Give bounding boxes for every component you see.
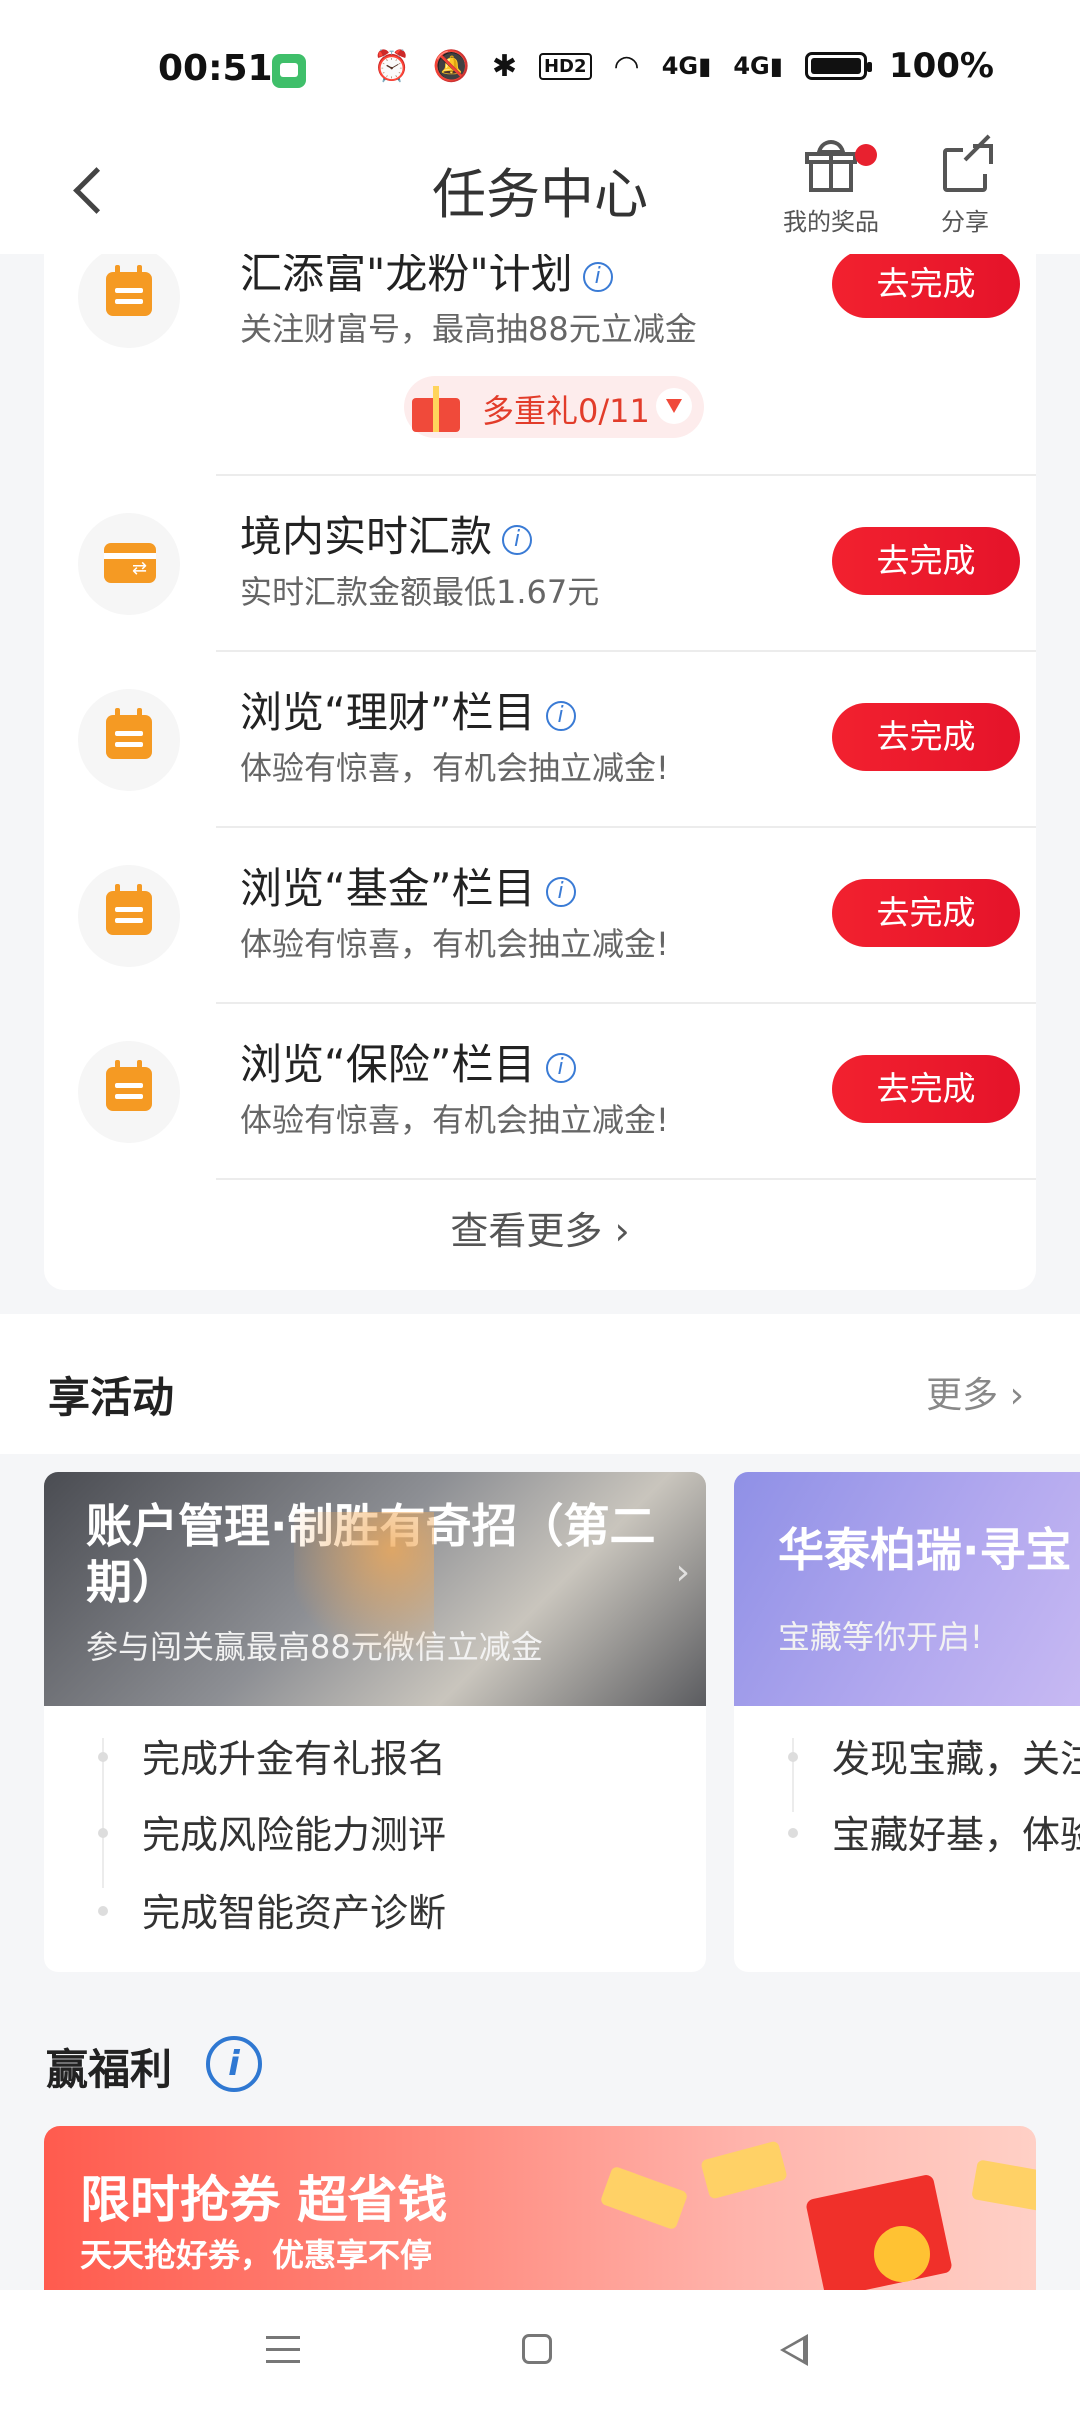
activity-step: 宝藏好基，体验	[832, 1813, 1080, 1857]
info-icon[interactable]: i	[502, 524, 533, 555]
info-icon[interactable]: i	[545, 700, 576, 731]
complete-task-button[interactable]: 去完成	[832, 879, 1020, 947]
activity-title: 华泰柏瑞·寻宝	[778, 1523, 1072, 1577]
complete-task-button[interactable]: 去完成	[832, 527, 1020, 595]
ticket-icon	[971, 2159, 1036, 2213]
calendar-icon	[78, 865, 180, 967]
share-icon	[937, 140, 993, 196]
task-item: 浏览“基金”栏目 i 体验有惊喜，有机会抽立减金! 去完成	[44, 827, 1036, 1002]
step-dot	[98, 1752, 108, 1762]
home-icon[interactable]	[508, 2320, 568, 2380]
battery-percent: 100%	[888, 46, 994, 86]
activity-subtitle: 宝藏等你开启!	[778, 1618, 983, 1656]
back-icon[interactable]	[766, 2320, 826, 2380]
timeline-line	[792, 1738, 794, 1812]
task-item: 汇添富"龙粉"计划 i 关注财富号，最高抽88元立减金 去完成	[44, 254, 1036, 349]
chevron-down-icon	[656, 388, 692, 424]
gift-icon	[803, 140, 877, 196]
status-time: 00:51	[158, 48, 273, 89]
activity-card[interactable]: 华泰柏瑞·寻宝 宝藏等你开启! 发现宝藏，关注 宝藏好基，体验	[734, 1472, 1080, 1972]
ticket-icon	[599, 2165, 689, 2231]
activity-banner: 账户管理·制胜有奇招（第二期） 参与闯关赢最高88元微信立减金 ›	[44, 1472, 706, 1706]
notification-dot	[855, 144, 877, 166]
activity-step: 完成升金有礼报名	[142, 1737, 447, 1781]
activity-subtitle: 参与闯关赢最高88元微信立减金	[86, 1628, 543, 1666]
coupon-banner[interactable]: 限时抢券 超省钱 天天抢好券，优惠享不停	[44, 2126, 1036, 2290]
chevron-right-icon: ›	[602, 1209, 630, 1253]
chevron-right-icon: ›	[675, 1552, 690, 1593]
status-icons: ⏰ 🔕 ✱ HD2 ◠ 4G▮ 4G▮ 100%	[373, 46, 994, 86]
activity-step: 发现宝藏，关注	[832, 1737, 1080, 1781]
task-item: 浏览“保险”栏目 i 体验有惊喜，有机会抽立减金! 去完成	[44, 1003, 1036, 1178]
hd-voice-icon: HD2	[538, 52, 592, 80]
alarm-icon: ⏰	[373, 48, 411, 84]
share-label: 分享	[941, 208, 989, 236]
section-title: 赢福利	[46, 2045, 173, 2094]
ticket-icon	[700, 2140, 788, 2200]
banner-subtitle: 天天抢好券，优惠享不停	[80, 2236, 433, 2274]
complete-task-button[interactable]: 去完成	[832, 703, 1020, 771]
multi-gift-label: 多重礼0/11	[482, 392, 650, 430]
task-desc: 体验有惊喜，有机会抽立减金!	[240, 1101, 669, 1139]
complete-task-button[interactable]: 去完成	[832, 1055, 1020, 1123]
menu-icon[interactable]	[252, 2320, 312, 2380]
signal-icon-1: 4G▮	[661, 52, 712, 80]
my-prizes-label: 我的奖品	[783, 208, 879, 236]
task-list-card: 汇添富"龙粉"计划i 关注财富号，最高抽88元立减金 去完成 多重礼0/11 境…	[44, 254, 1036, 1290]
wifi-icon: ◠	[613, 48, 640, 84]
status-bar: 00:51 ⏰ 🔕 ✱ HD2 ◠ 4G▮ 4G▮ 100%	[0, 0, 1080, 130]
step-dot	[98, 1828, 108, 1838]
task-title: 浏览“保险”栏目 i	[240, 1031, 576, 1092]
task-item: 浏览“理财”栏目 i 体验有惊喜，有机会抽立减金! 去完成	[44, 651, 1036, 826]
task-desc: 关注财富号，最高抽88元立减金	[240, 310, 697, 348]
activity-title: 账户管理·制胜有奇招（第二期）	[86, 1499, 656, 1609]
info-icon[interactable]: i	[206, 2036, 262, 2092]
banner-title: 限时抢券 超省钱	[80, 2171, 448, 2229]
activity-step: 完成智能资产诊断	[142, 1891, 447, 1935]
gift-icon	[408, 378, 464, 434]
signal-icon-2: 4G▮	[733, 52, 783, 80]
task-title: 浏览“理财”栏目 i	[240, 679, 576, 740]
divider	[216, 1178, 1036, 1180]
task-item: 境内实时汇款i 实时汇款金额最低1.67元 去完成	[44, 475, 1036, 650]
card-transfer-icon	[78, 513, 180, 615]
activity-card[interactable]: 账户管理·制胜有奇招（第二期） 参与闯关赢最高88元微信立减金 › 完成升金有礼…	[44, 1472, 706, 1972]
info-icon[interactable]: i	[545, 876, 576, 907]
section-title: 享活动	[48, 1373, 175, 1422]
header: 任务中心 我的奖品 分享	[0, 130, 1080, 254]
activity-step: 完成风险能力测评	[142, 1813, 447, 1857]
step-dot	[788, 1752, 798, 1762]
calendar-icon	[78, 1041, 180, 1143]
message-notification-icon	[272, 54, 306, 88]
system-nav-bar	[0, 2290, 1080, 2412]
more-link[interactable]: 更多 ›	[926, 1366, 1024, 1418]
lightning-coin-icon	[874, 2226, 930, 2282]
calendar-icon	[78, 254, 180, 348]
my-prizes-button[interactable]: 我的奖品	[776, 140, 886, 237]
bluetooth-icon: ✱	[491, 48, 517, 84]
task-desc: 体验有惊喜，有机会抽立减金!	[240, 925, 669, 963]
mute-icon: 🔕	[432, 48, 470, 84]
info-icon[interactable]: i	[582, 261, 613, 292]
activity-banner: 华泰柏瑞·寻宝 宝藏等你开启!	[734, 1472, 1080, 1706]
battery-icon	[804, 52, 872, 80]
activities-header: 享活动 更多 ›	[0, 1314, 1080, 1454]
multi-gift-badge[interactable]: 多重礼0/11	[404, 376, 704, 438]
page-title: 任务中心	[432, 163, 648, 226]
gift-box-icon	[805, 2173, 953, 2290]
task-desc: 实时汇款金额最低1.67元	[240, 573, 600, 611]
calendar-icon	[78, 689, 180, 791]
task-title: 浏览“基金”栏目 i	[240, 855, 576, 916]
task-desc: 体验有惊喜，有机会抽立减金!	[240, 749, 669, 787]
task-title: 境内实时汇款 i	[240, 503, 533, 564]
complete-task-button[interactable]: 去完成	[832, 254, 1020, 318]
step-dot	[98, 1906, 108, 1916]
info-icon[interactable]: i	[545, 1052, 576, 1083]
task-title: 汇添富"龙粉"计划 i	[240, 254, 613, 301]
see-more-link[interactable]: 查看更多 ›	[44, 1200, 1036, 1255]
chevron-right-icon: ›	[998, 1375, 1024, 1416]
share-button[interactable]: 分享	[920, 140, 1010, 237]
step-dot	[788, 1828, 798, 1838]
